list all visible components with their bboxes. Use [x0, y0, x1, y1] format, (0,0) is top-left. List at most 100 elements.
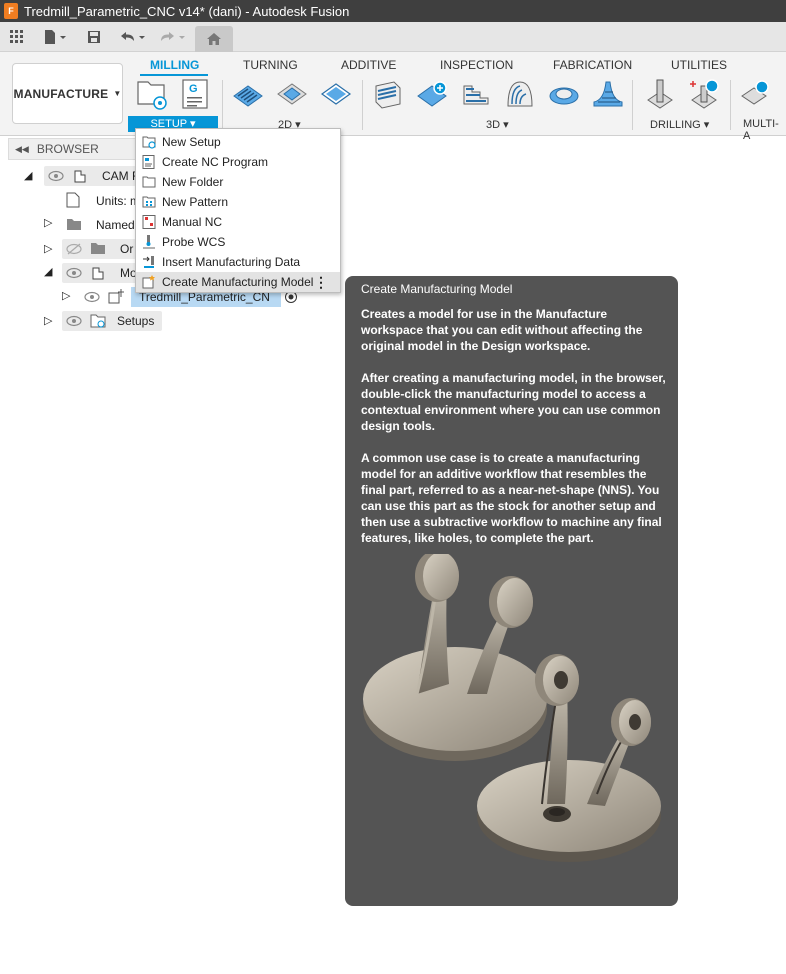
save-icon[interactable] — [84, 26, 104, 48]
menu-item-label: New Folder — [162, 175, 224, 189]
menu-item-manual-nc[interactable]: Manual NC — [136, 212, 340, 232]
quick-access-bar — [0, 22, 786, 52]
hidden-eye-icon[interactable] — [66, 243, 82, 255]
menu-item-new-folder[interactable]: New Folder — [136, 172, 340, 192]
multi-axis-group-label[interactable]: MULTI-A — [743, 118, 786, 142]
folder-icon — [91, 243, 105, 254]
menu-item-label: Create Manufacturing Model — [162, 275, 314, 289]
probe-icon — [143, 235, 155, 249]
expand-triangle-icon[interactable]: ◢ — [24, 169, 32, 182]
2d-pocket-icon[interactable] — [276, 78, 308, 110]
ribbon-separator — [730, 80, 731, 130]
tab-utilities[interactable]: UTILITIES — [671, 58, 727, 72]
hole-recognition-icon[interactable] — [688, 78, 720, 110]
menu-item-create-nc-program[interactable]: Create NC Program — [136, 152, 340, 172]
fusion-app-icon: F — [4, 3, 18, 19]
tree-node-origin[interactable]: Or — [120, 239, 133, 259]
tree-node-setups[interactable]: Setups — [117, 311, 154, 331]
setup-dropdown-menu: New Setup Create NC Program New Folder N… — [135, 128, 341, 293]
menu-item-probe-wcs[interactable]: Probe WCS — [136, 232, 340, 252]
visibility-eye-icon[interactable] — [48, 170, 64, 182]
tab-turning[interactable]: TURNING — [243, 58, 298, 72]
title-bar: F Tredmill_Parametric_CNC v14* (dani) - … — [0, 0, 786, 22]
3d-steep-shallow-icon[interactable] — [460, 78, 492, 110]
tab-inspection[interactable]: INSPECTION — [440, 58, 513, 72]
drill-icon[interactable] — [644, 78, 676, 110]
3d-group-dropdown[interactable]: 3D ▾ — [486, 118, 509, 131]
tooltip-title: Create Manufacturing Model — [361, 282, 513, 296]
tooltip-paragraph: Creates a model for use in the Manufactu… — [361, 307, 643, 353]
cam-root-icon — [74, 170, 86, 183]
tree-node-units[interactable]: Units: m — [96, 191, 140, 211]
new-setup-icon[interactable] — [136, 78, 168, 110]
menu-item-label: Create NC Program — [162, 155, 269, 169]
tooltip-paragraph: A common use case is to create a manufac… — [361, 451, 662, 545]
expand-triangle-icon[interactable]: ▷ — [62, 289, 70, 302]
chevron-down-icon: ▼ — [113, 89, 122, 98]
visibility-eye-icon[interactable] — [66, 267, 82, 279]
file-menu-icon[interactable] — [40, 26, 70, 48]
3d-scallop-icon[interactable] — [504, 78, 536, 110]
expand-triangle-icon[interactable]: ▷ — [44, 314, 52, 327]
drilling-group-dropdown[interactable]: DRILLING ▾ — [650, 118, 709, 131]
expand-triangle-icon[interactable]: ▷ — [44, 216, 52, 229]
ribbon-separator — [222, 80, 223, 130]
apps-grid-icon[interactable] — [6, 26, 28, 48]
collapse-arrow-icon[interactable]: ◀◀ — [15, 144, 29, 155]
manual-nc-icon — [142, 215, 156, 229]
2d-face-icon[interactable] — [320, 78, 352, 110]
workspace-label: MANUFACTURE — [13, 86, 109, 101]
3d-contour-icon[interactable] — [548, 78, 580, 110]
tab-milling[interactable]: MILLING — [150, 58, 199, 72]
active-tab-indicator — [140, 74, 208, 76]
ribbon-separator — [362, 80, 363, 130]
manufacturing-model-illustration — [363, 554, 661, 862]
menu-item-new-pattern[interactable]: New Pattern — [136, 192, 340, 212]
menu-item-label: New Pattern — [162, 195, 229, 209]
tooltip-paragraph: After creating a manufacturing model, in… — [361, 371, 666, 433]
create-nc-program-icon[interactable]: G — [180, 78, 212, 110]
pattern-icon — [142, 196, 156, 208]
browser-title: BROWSER — [36, 142, 99, 156]
home-tab[interactable] — [195, 26, 233, 52]
tab-additive[interactable]: ADDITIVE — [341, 58, 396, 72]
redo-icon[interactable] — [156, 26, 188, 48]
window-title: Tredmill_Parametric_CNC v14* (dani) - Au… — [24, 3, 350, 19]
3d-pocket-clearing-icon[interactable] — [416, 78, 448, 110]
home-icon — [207, 33, 221, 45]
tab-fabrication[interactable]: FABRICATION — [553, 58, 632, 72]
menu-item-new-setup[interactable]: New Setup — [136, 132, 340, 152]
document-icon — [66, 192, 80, 208]
undo-icon[interactable] — [116, 26, 148, 48]
3d-adaptive-clearing-icon[interactable] — [372, 78, 404, 110]
folder-icon — [142, 176, 156, 188]
tree-node-named-views[interactable]: Named — [96, 215, 135, 235]
tooltip-body: Creates a model for use in the Manufactu… — [361, 306, 667, 562]
expand-triangle-icon[interactable]: ◢ — [44, 265, 52, 278]
menu-item-label: Probe WCS — [162, 235, 226, 249]
models-icon — [92, 267, 104, 280]
nc-program-icon — [142, 155, 155, 169]
toolbar-ribbon: MANUFACTURE ▼ MILLING TURNING ADDITIVE IN… — [0, 52, 786, 142]
insert-data-icon — [143, 256, 154, 268]
more-options-icon[interactable]: ⋮ — [314, 274, 328, 291]
2d-adaptive-icon[interactable] — [232, 78, 264, 110]
3d-parallel-icon[interactable] — [592, 78, 624, 110]
menu-item-insert-manufacturing-data[interactable]: Insert Manufacturing Data — [136, 252, 340, 272]
visibility-eye-icon[interactable] — [66, 315, 82, 327]
tree-node-cam-root[interactable]: CAM F — [102, 166, 139, 186]
expand-triangle-icon[interactable]: ▷ — [44, 242, 52, 255]
folder-icon — [67, 219, 81, 230]
menu-item-label: Manual NC — [162, 215, 223, 229]
menu-item-label: Insert Manufacturing Data — [162, 255, 301, 269]
tooltip-panel: Create Manufacturing Model Creates a mod… — [345, 276, 678, 906]
workspace-switcher-button[interactable]: MANUFACTURE ▼ — [12, 63, 123, 124]
3d-group-label: 3D — [486, 119, 501, 131]
setups-folder-icon — [90, 314, 106, 328]
menu-item-create-manufacturing-model[interactable]: Create Manufacturing Model ⋮ — [136, 272, 340, 292]
drilling-group-label: DRILLING — [650, 119, 701, 131]
new-setup-icon — [142, 136, 156, 149]
visibility-eye-icon[interactable] — [84, 291, 100, 303]
nc-icon-letter: G — [189, 83, 198, 95]
multi-axis-icon[interactable] — [740, 78, 772, 110]
